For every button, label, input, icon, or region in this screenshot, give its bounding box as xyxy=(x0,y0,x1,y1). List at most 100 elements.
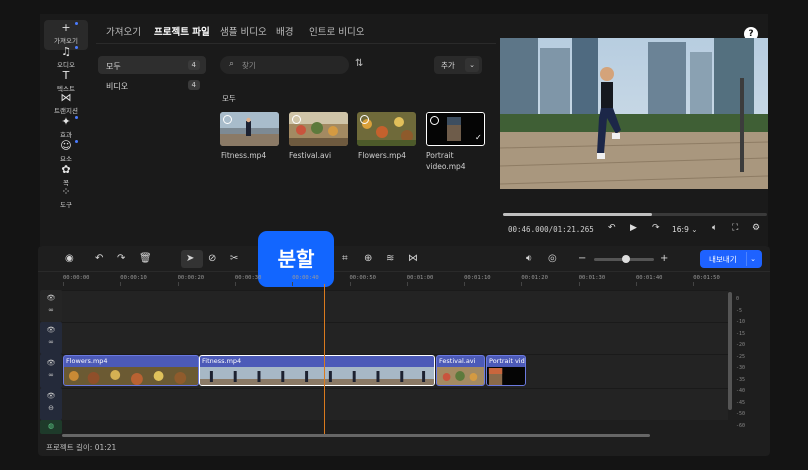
tab-1[interactable]: 프로젝트 파일 xyxy=(154,24,210,38)
export-button-label: 내보내기 xyxy=(709,255,737,264)
timeline-clip-flowers[interactable]: Flowers.mp4 xyxy=(63,355,199,386)
link-icon[interactable]: ∞ xyxy=(40,338,62,346)
ruler-tick xyxy=(120,282,122,286)
timeline-clip-portrait[interactable]: Portrait vide xyxy=(486,355,526,386)
track-header-5[interactable]: ◍ xyxy=(40,420,62,434)
zoom-in-icon[interactable]: + xyxy=(660,253,668,264)
ruler-tick-label: 00:01:40 xyxy=(636,275,663,281)
audio-meter-label: -10 xyxy=(736,319,746,325)
chevron-down-icon[interactable]: ⌄ xyxy=(465,58,479,72)
clip-label: Fitness.mp4 xyxy=(202,357,242,365)
ruler-tick-label: 00:00:30 xyxy=(234,275,262,281)
ruler-tick-label: 00:00:00 xyxy=(63,275,90,281)
media-thumbnail-flowers[interactable] xyxy=(357,112,416,146)
tab-0[interactable]: 가져오기 xyxy=(106,24,141,38)
audio-icon[interactable]: 🔉︎ xyxy=(526,253,532,264)
media-thumbnail-portrait[interactable]: ✓ xyxy=(426,112,485,146)
playhead[interactable] xyxy=(324,284,325,434)
search-input[interactable] xyxy=(242,59,342,71)
aspect-ratio-value: 16:9 xyxy=(672,225,689,234)
category-item[interactable]: 비디오 4 xyxy=(98,76,206,94)
tab-2[interactable]: 샘플 비디오 xyxy=(220,24,267,38)
snap-icon[interactable]: ◎ xyxy=(548,253,557,264)
sort-icon[interactable]: ⇅ xyxy=(355,58,363,69)
add-button[interactable]: 추가 ⌄ xyxy=(434,56,482,74)
media-name: Festival.avi xyxy=(289,151,332,160)
link-icon[interactable]: ⊖ xyxy=(40,404,62,412)
svg-text:✓: ✓ xyxy=(475,133,482,142)
play-icon[interactable]: ▶ xyxy=(630,223,637,233)
undo-icon[interactable]: ↶ xyxy=(95,253,103,264)
vertical-scrollbar[interactable] xyxy=(728,292,732,410)
audio-track-icon[interactable]: ◍ xyxy=(40,422,62,430)
speed-icon[interactable]: ⊕ xyxy=(364,253,372,264)
elements-icon: ☺ xyxy=(60,139,72,152)
chevron-down-icon[interactable]: ⌄ xyxy=(746,252,759,266)
media-name: Portrait video.mp4 xyxy=(426,151,466,171)
search-box[interactable]: ⌕ xyxy=(220,56,349,74)
eye-icon[interactable]: 👁︎ xyxy=(40,294,62,302)
audio-meter-label: -20 xyxy=(736,342,746,348)
volume-icon[interactable]: 🔈︎ xyxy=(712,223,717,233)
ruler-tick xyxy=(578,282,580,286)
ruler-tick-label: 00:00:40 xyxy=(292,275,319,281)
ruler-tick xyxy=(636,282,637,286)
section-label: 모두 xyxy=(222,94,236,103)
project-length: 프로젝트 길이: 01:21 xyxy=(46,443,117,452)
split-scissors-icon[interactable]: ✂ xyxy=(230,253,238,264)
transition-icon: ⋈ xyxy=(60,91,72,104)
fullscreen-icon[interactable]: ⛶ xyxy=(732,223,738,233)
clip-filmstrip xyxy=(437,367,484,385)
category-count-badge: 4 xyxy=(187,60,200,70)
redo-icon[interactable]: ↷ xyxy=(117,253,125,264)
music-icon: ♫ xyxy=(61,45,71,58)
ruler-tick xyxy=(63,282,64,286)
forward-icon[interactable]: ↷ xyxy=(652,223,660,233)
rewind-icon[interactable]: ↶ xyxy=(608,223,616,233)
clip-label: Festival.avi xyxy=(439,357,476,365)
add-button-label: 추가 xyxy=(441,61,455,70)
track-header-4[interactable]: 👁︎ ⊖ xyxy=(40,388,62,420)
new-badge-dot xyxy=(75,140,78,143)
settings-gear-icon[interactable]: ⚙ xyxy=(752,223,760,233)
link-icon[interactable]: ∞ xyxy=(40,306,62,314)
aspect-ratio-selector[interactable]: 16:9 ⌄ xyxy=(672,225,698,234)
track-header-1[interactable]: 👁︎ ∞ xyxy=(40,290,62,322)
crop-icon[interactable]: ⌗ xyxy=(342,253,348,264)
timeline-clip-fitness[interactable]: Fitness.mp4 xyxy=(199,355,435,386)
timecode: 00:46.000/01:21.265 xyxy=(508,225,594,234)
sidebar-item-tools[interactable]: ⁘ 도구 xyxy=(44,184,88,214)
adjust-icon[interactable]: ≋ xyxy=(386,253,394,264)
ruler-tick xyxy=(234,282,236,286)
eye-icon[interactable]: 👁︎ xyxy=(40,326,62,334)
delete-icon[interactable]: 🗑︎ xyxy=(139,253,152,264)
video-badge-icon xyxy=(223,115,232,124)
track-header-3[interactable]: 👁︎ ∞ xyxy=(40,354,62,388)
media-thumbnail-festival[interactable] xyxy=(289,112,348,146)
cursor-icon[interactable]: ➤ xyxy=(186,253,194,264)
mask-icon[interactable]: ⋈ xyxy=(408,253,418,264)
link-icon[interactable]: ∞ xyxy=(40,371,62,379)
ruler-tick xyxy=(464,282,466,286)
tab-4[interactable]: 인트로 비디오 xyxy=(309,24,364,38)
ruler-tick-label: 00:01:10 xyxy=(464,275,491,281)
zoom-out-icon[interactable]: − xyxy=(578,253,586,264)
audio-meter-label: -25 xyxy=(736,353,746,360)
seek-bar[interactable] xyxy=(503,213,767,216)
disable-icon[interactable]: ⊘ xyxy=(208,253,216,264)
eye-icon[interactable]: 👁︎ xyxy=(40,359,62,367)
media-thumbnail-fitness[interactable] xyxy=(220,112,279,146)
track-header-2[interactable]: 👁︎ ∞ xyxy=(40,322,62,354)
horizontal-scrollbar[interactable] xyxy=(62,434,650,437)
category-item[interactable]: 모두 4 xyxy=(98,56,206,74)
category-label: 비디오 xyxy=(106,82,129,91)
timeline-clip-festival[interactable]: Festival.avi xyxy=(436,355,485,386)
audio-meter-label: -45 xyxy=(736,399,746,406)
tab-3[interactable]: 배경 xyxy=(276,24,293,38)
zoom-slider-handle[interactable] xyxy=(622,255,630,263)
effects-icon: ✦ xyxy=(61,115,71,128)
eye-icon[interactable]: 👁︎ xyxy=(40,392,62,400)
export-button[interactable]: 내보내기 ⌄ xyxy=(700,250,762,268)
record-icon[interactable]: ◉ xyxy=(65,253,74,264)
ruler-tick xyxy=(292,282,294,286)
